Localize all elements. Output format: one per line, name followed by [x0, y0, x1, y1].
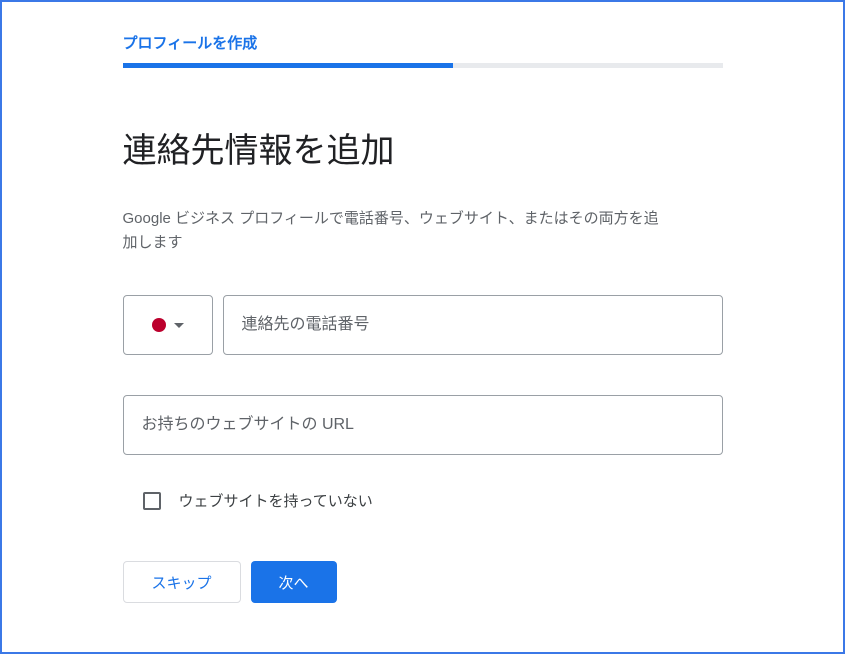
no-website-row: ウェブサイトを持っていない: [143, 490, 723, 511]
country-selector[interactable]: [123, 295, 213, 355]
form-container: プロフィールを作成 連絡先情報を追加 Google ビジネス プロフィールで電話…: [103, 2, 743, 623]
chevron-down-icon: [174, 323, 184, 328]
description-text: Google ビジネス プロフィールで電話番号、ウェブサイト、またはその両方を追…: [123, 207, 663, 255]
next-button[interactable]: 次へ: [251, 561, 337, 603]
step-label: プロフィールを作成: [123, 32, 723, 53]
flag-japan-icon: [152, 318, 166, 332]
no-website-checkbox[interactable]: [143, 492, 161, 510]
no-website-label[interactable]: ウェブサイトを持っていない: [179, 490, 373, 511]
phone-input[interactable]: [223, 295, 723, 355]
page-title: 連絡先情報を追加: [123, 123, 723, 172]
phone-input-row: [123, 295, 723, 355]
website-input[interactable]: [123, 395, 723, 455]
progress-bar: [123, 63, 723, 68]
button-row: スキップ 次へ: [123, 561, 723, 603]
skip-button[interactable]: スキップ: [123, 561, 241, 603]
progress-fill: [123, 63, 453, 68]
